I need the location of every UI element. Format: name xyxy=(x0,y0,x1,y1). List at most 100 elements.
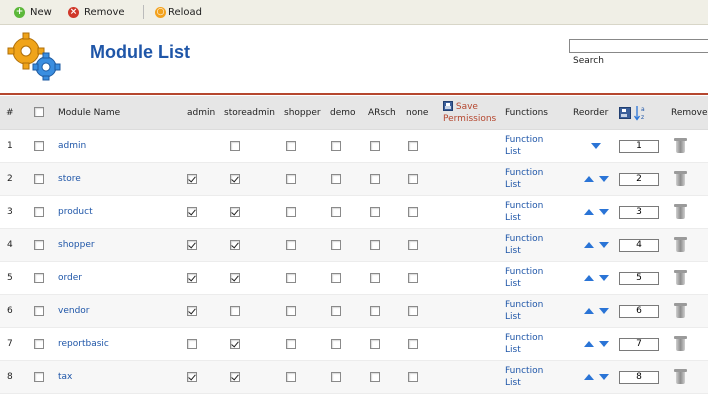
order-input[interactable] xyxy=(619,205,659,219)
move-up-icon[interactable] xyxy=(583,340,594,347)
demo-permission-checkbox[interactable] xyxy=(331,140,341,151)
move-up-icon[interactable] xyxy=(583,274,594,281)
trash-icon[interactable] xyxy=(674,237,687,253)
row-select-checkbox[interactable] xyxy=(34,140,44,151)
trash-icon[interactable] xyxy=(674,336,687,352)
order-input[interactable] xyxy=(619,304,659,318)
shopper-permission-checkbox[interactable] xyxy=(286,239,296,250)
row-select-checkbox[interactable] xyxy=(34,173,44,184)
demo-permission-checkbox[interactable] xyxy=(331,305,341,316)
sort-az-icon[interactable]: a z xyxy=(633,105,648,121)
storeadmin-permission-checkbox[interactable] xyxy=(230,338,240,349)
module-name-link[interactable]: vendor xyxy=(58,306,90,316)
move-down-icon[interactable] xyxy=(591,142,601,149)
select-all-checkbox[interactable] xyxy=(34,107,44,118)
order-input[interactable] xyxy=(619,172,659,186)
storeadmin-permission-checkbox[interactable] xyxy=(230,206,240,217)
demo-permission-checkbox[interactable] xyxy=(331,272,341,283)
arsch-permission-checkbox[interactable] xyxy=(370,371,380,382)
demo-permission-checkbox[interactable] xyxy=(331,239,341,250)
arsch-permission-checkbox[interactable] xyxy=(370,338,380,349)
admin-permission-checkbox[interactable] xyxy=(187,371,197,382)
none-permission-checkbox[interactable] xyxy=(408,206,418,217)
shopper-permission-checkbox[interactable] xyxy=(286,371,296,382)
none-permission-checkbox[interactable] xyxy=(408,272,418,283)
move-down-icon[interactable] xyxy=(598,175,609,182)
module-name-link[interactable]: product xyxy=(58,207,93,217)
new-button[interactable]: + New xyxy=(14,5,52,19)
trash-icon[interactable] xyxy=(674,303,687,319)
order-input[interactable] xyxy=(619,271,659,285)
order-input[interactable] xyxy=(619,139,659,153)
row-select-checkbox[interactable] xyxy=(34,206,44,217)
function-list-link[interactable]: Function List xyxy=(505,327,573,361)
module-name-link[interactable]: tax xyxy=(58,372,72,382)
function-list-link[interactable]: Function List xyxy=(505,360,573,394)
storeadmin-permission-checkbox[interactable] xyxy=(230,173,240,184)
shopper-permission-checkbox[interactable] xyxy=(286,173,296,184)
none-permission-checkbox[interactable] xyxy=(408,371,418,382)
row-select-checkbox[interactable] xyxy=(34,371,44,382)
function-list-link[interactable]: Function List xyxy=(505,162,573,196)
shopper-permission-checkbox[interactable] xyxy=(286,338,296,349)
none-permission-checkbox[interactable] xyxy=(408,305,418,316)
reload-button[interactable]: ○ Reload xyxy=(155,5,202,19)
demo-permission-checkbox[interactable] xyxy=(331,206,341,217)
trash-icon[interactable] xyxy=(674,369,687,385)
remove-button[interactable]: × Remove xyxy=(68,5,125,19)
move-up-icon[interactable] xyxy=(583,241,594,248)
search-input[interactable] xyxy=(569,39,708,53)
order-input[interactable] xyxy=(619,370,659,384)
module-name-link[interactable]: reportbasic xyxy=(58,339,109,349)
admin-permission-checkbox[interactable] xyxy=(187,272,197,283)
order-input[interactable] xyxy=(619,337,659,351)
save-order-icon[interactable] xyxy=(619,106,631,119)
row-select-checkbox[interactable] xyxy=(34,305,44,316)
none-permission-checkbox[interactable] xyxy=(408,140,418,151)
col-module-name[interactable]: Module Name xyxy=(58,96,187,130)
trash-icon[interactable] xyxy=(674,204,687,220)
shopper-permission-checkbox[interactable] xyxy=(286,272,296,283)
admin-permission-checkbox[interactable] xyxy=(187,173,197,184)
module-name-link[interactable]: order xyxy=(58,273,82,283)
move-down-icon[interactable] xyxy=(598,340,609,347)
function-list-link[interactable]: Function List xyxy=(505,195,573,229)
admin-permission-checkbox[interactable] xyxy=(187,239,197,250)
admin-permission-checkbox[interactable] xyxy=(187,206,197,217)
move-down-icon[interactable] xyxy=(598,373,609,380)
arsch-permission-checkbox[interactable] xyxy=(370,140,380,151)
module-name-link[interactable]: store xyxy=(58,174,81,184)
move-up-icon[interactable] xyxy=(583,208,594,215)
shopper-permission-checkbox[interactable] xyxy=(286,140,296,151)
trash-icon[interactable] xyxy=(674,270,687,286)
demo-permission-checkbox[interactable] xyxy=(331,371,341,382)
row-select-checkbox[interactable] xyxy=(34,239,44,250)
trash-icon[interactable] xyxy=(674,138,687,154)
module-name-link[interactable]: admin xyxy=(58,141,86,151)
trash-icon[interactable] xyxy=(674,171,687,187)
save-permissions-link[interactable]: Save Permissions xyxy=(443,96,505,130)
arsch-permission-checkbox[interactable] xyxy=(370,239,380,250)
arsch-permission-checkbox[interactable] xyxy=(370,173,380,184)
move-down-icon[interactable] xyxy=(598,208,609,215)
function-list-link[interactable]: Function List xyxy=(505,129,573,163)
move-down-icon[interactable] xyxy=(598,241,609,248)
storeadmin-permission-checkbox[interactable] xyxy=(230,371,240,382)
move-down-icon[interactable] xyxy=(598,307,609,314)
storeadmin-permission-checkbox[interactable] xyxy=(230,140,240,151)
none-permission-checkbox[interactable] xyxy=(408,338,418,349)
function-list-link[interactable]: Function List xyxy=(505,228,573,262)
arsch-permission-checkbox[interactable] xyxy=(370,272,380,283)
shopper-permission-checkbox[interactable] xyxy=(286,206,296,217)
none-permission-checkbox[interactable] xyxy=(408,239,418,250)
shopper-permission-checkbox[interactable] xyxy=(286,305,296,316)
order-input[interactable] xyxy=(619,238,659,252)
arsch-permission-checkbox[interactable] xyxy=(370,305,380,316)
move-down-icon[interactable] xyxy=(598,274,609,281)
row-select-checkbox[interactable] xyxy=(34,338,44,349)
demo-permission-checkbox[interactable] xyxy=(331,338,341,349)
module-name-link[interactable]: shopper xyxy=(58,240,95,250)
arsch-permission-checkbox[interactable] xyxy=(370,206,380,217)
move-up-icon[interactable] xyxy=(583,373,594,380)
admin-permission-checkbox[interactable] xyxy=(187,338,197,349)
